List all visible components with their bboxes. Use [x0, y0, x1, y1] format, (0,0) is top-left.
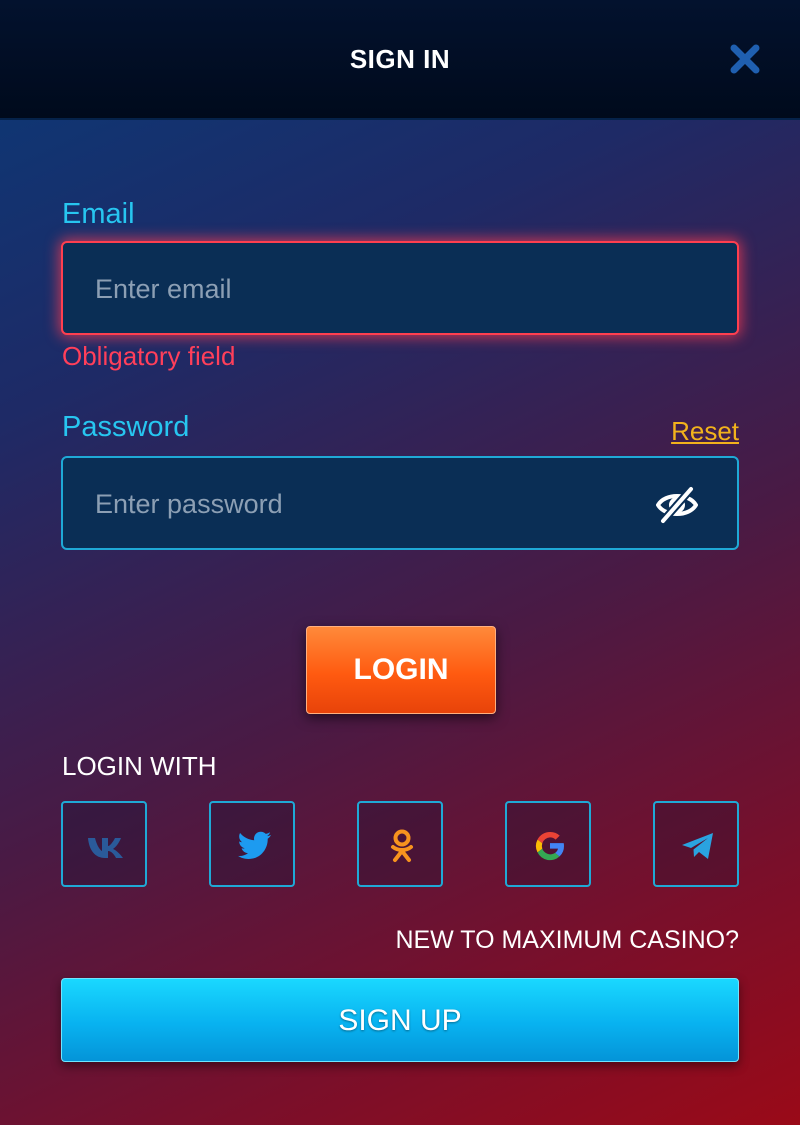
email-label: Email — [62, 198, 135, 230]
email-input[interactable] — [93, 243, 637, 335]
login-with-heading: LOGIN WITH — [62, 751, 217, 781]
google-icon — [535, 831, 565, 861]
eye-off-icon[interactable] — [655, 485, 699, 525]
telegram-icon — [682, 833, 713, 859]
odnoklassniki-icon — [391, 829, 413, 862]
reset-password-link[interactable]: Reset — [671, 416, 739, 447]
sign-in-modal: SIGN IN Email Obligatory field Password … — [0, 0, 800, 1125]
modal-title: SIGN IN — [349, 44, 451, 74]
vk-login-button[interactable] — [61, 801, 147, 887]
telegram-login-button[interactable] — [653, 801, 739, 887]
twitter-icon — [237, 831, 271, 859]
password-input[interactable] — [93, 458, 637, 550]
vk-icon — [88, 838, 123, 858]
modal-header: SIGN IN — [0, 0, 800, 120]
close-icon[interactable] — [728, 42, 762, 76]
password-field-container — [61, 456, 739, 550]
sign-up-button[interactable]: SIGN UP — [61, 978, 739, 1062]
email-error-message: Obligatory field — [62, 341, 236, 371]
password-label: Password — [62, 411, 190, 443]
twitter-login-button[interactable] — [209, 801, 295, 887]
login-button[interactable]: LOGIN — [306, 626, 496, 714]
odnoklassniki-login-button[interactable] — [357, 801, 443, 887]
new-user-prompt: NEW TO MAXIMUM CASINO? — [395, 926, 739, 954]
email-field-container — [61, 241, 739, 335]
google-login-button[interactable] — [505, 801, 591, 887]
